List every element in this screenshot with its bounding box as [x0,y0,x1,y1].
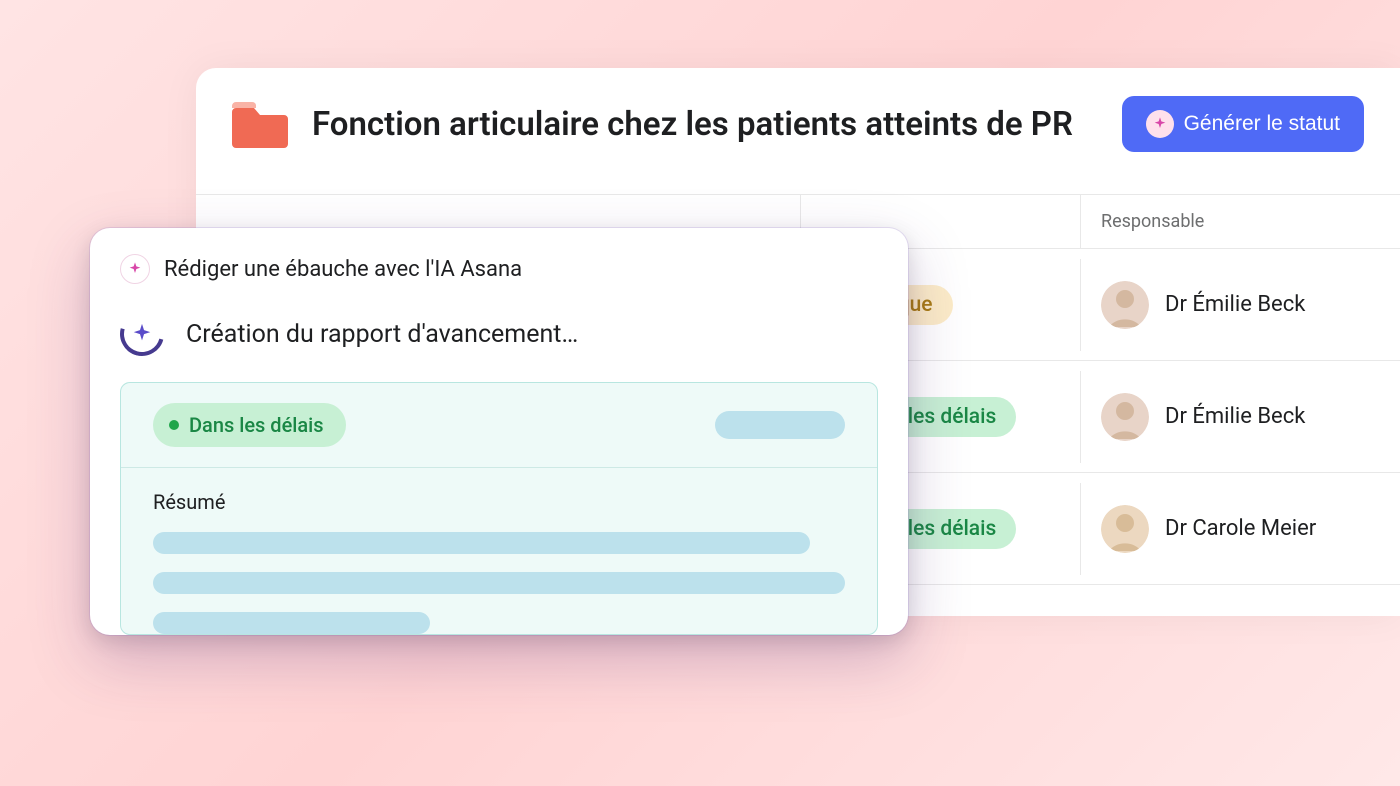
avatar [1101,393,1149,441]
folder-icon [232,100,288,148]
ai-draft-modal: Rédiger une ébauche avec l'IA Asana Créa… [90,228,908,635]
column-header-owner: Responsable [1080,195,1400,248]
ai-progress-text: Création du rapport d'avancement… [186,320,578,349]
placeholder-line [153,572,845,594]
status-dot-icon [169,420,179,430]
ai-progress-row: Création du rapport d'avancement… [90,294,908,382]
ai-sparkle-icon [1146,110,1174,138]
owner-name: Dr Émilie Beck [1165,292,1305,317]
owner-name: Dr Carole Meier [1165,516,1316,541]
avatar [1101,505,1149,553]
ai-sparkle-icon [120,254,150,284]
project-header: Fonction articulaire chez les patients a… [196,68,1400,194]
ai-modal-title: Rédiger une ébauche avec l'IA Asana [164,257,522,282]
project-title: Fonction articulaire chez les patients a… [312,105,1122,144]
ai-draft-preview: Dans les délais Résumé [120,382,878,635]
placeholder-line [153,532,810,554]
status-badge: Dans les délais [153,403,346,447]
summary-label: Résumé [153,490,845,514]
loading-spinner-icon [120,312,164,356]
placeholder-line [153,612,430,634]
generate-status-label: Générer le statut [1184,112,1340,136]
avatar [1101,281,1149,329]
owner-name: Dr Émilie Beck [1165,404,1305,429]
generate-status-button[interactable]: Générer le statut [1122,96,1364,152]
placeholder-line [715,411,845,439]
ai-modal-header: Rédiger une ébauche avec l'IA Asana [90,228,908,294]
